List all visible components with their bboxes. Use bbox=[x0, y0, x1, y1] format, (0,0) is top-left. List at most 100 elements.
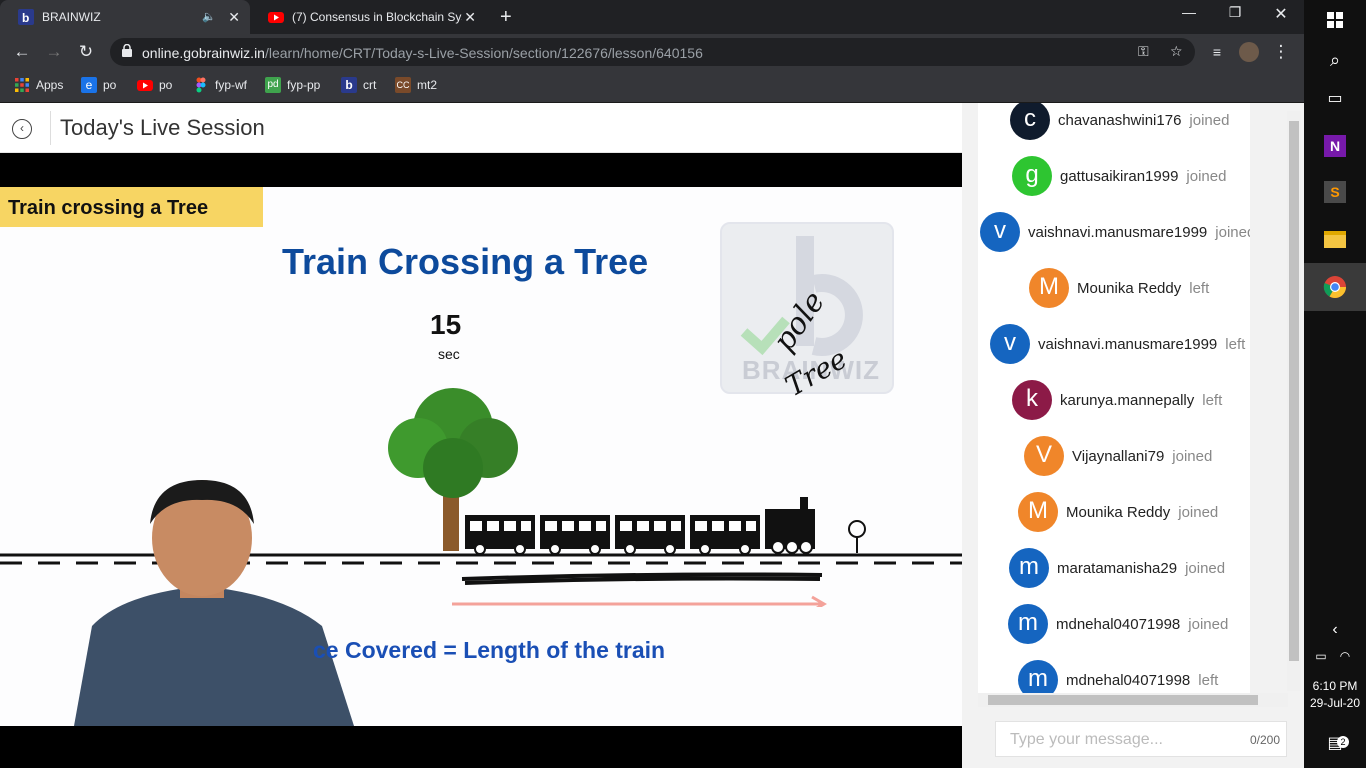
char-counter: 0/200 bbox=[1249, 733, 1280, 747]
chat-status: joined bbox=[1186, 167, 1227, 185]
taskbar-file-explorer[interactable] bbox=[1304, 215, 1366, 263]
chat-input-box: 0/200 bbox=[995, 721, 1287, 757]
url-path: /learn/home/CRT/Today-s-Live-Session/sec… bbox=[264, 45, 703, 61]
chat-status: joined bbox=[1189, 111, 1230, 129]
tab-youtube[interactable]: (7) Consensus in Blockchain Syste ✕ bbox=[250, 0, 486, 34]
chat-message: v vaishnavi.manusmare1999 left bbox=[990, 324, 1245, 364]
chat-username: mdnehal04071998 bbox=[1066, 671, 1191, 689]
media-control-icon[interactable]: ≡ bbox=[1206, 41, 1228, 63]
avatar: m bbox=[1008, 604, 1048, 644]
address-bar[interactable]: online.gobrainwiz.in/learn/home/CRT/Toda… bbox=[110, 38, 1195, 66]
chat-message: m maratamanisha29 joined bbox=[1009, 548, 1225, 588]
live-video-player[interactable]: Train crossing a Tree Train Crossing a T… bbox=[0, 153, 962, 768]
battery-icon[interactable]: ▭ bbox=[1310, 640, 1332, 672]
chat-message: V Vijaynallani79 joined bbox=[1024, 436, 1212, 476]
banner-text: Train crossing a Tree bbox=[8, 197, 209, 219]
chat-username: vaishnavi.manusmare1999 bbox=[1038, 335, 1218, 353]
bookmark-apps[interactable]: Apps bbox=[14, 76, 63, 94]
figma-icon bbox=[196, 77, 206, 93]
avatar: m bbox=[1009, 548, 1049, 588]
tab-title: BRAINWIZ bbox=[42, 10, 101, 24]
menu-kebab-icon[interactable]: ⋮ bbox=[1270, 41, 1292, 63]
chat-status: left bbox=[1189, 279, 1210, 297]
bookmark-label: crt bbox=[363, 78, 377, 92]
chat-message-input[interactable] bbox=[1010, 728, 1230, 752]
chat-status: joined bbox=[1215, 223, 1250, 241]
taskbar-clock[interactable]: 6:10 PM 29-Jul-20 bbox=[1304, 678, 1366, 712]
taskbar-onenote[interactable]: N bbox=[1304, 122, 1366, 170]
tab-brainwiz[interactable]: b BRAINWIZ 🔈 ✕ bbox=[0, 0, 250, 34]
folder-icon bbox=[1324, 231, 1346, 248]
minimize-icon[interactable]: — bbox=[1166, 4, 1212, 20]
timer-unit: sec bbox=[438, 346, 460, 362]
notification-count: 2 bbox=[1337, 736, 1349, 748]
chat-message: M Mounika Reddy left bbox=[1029, 268, 1209, 308]
taskbar-chrome[interactable] bbox=[1304, 263, 1366, 311]
timer-value: 15 bbox=[430, 309, 462, 340]
chrome-icon bbox=[1323, 276, 1346, 298]
notification-center-icon[interactable]: 2 ▤ bbox=[1319, 726, 1351, 758]
chat-status: joined bbox=[1172, 447, 1213, 465]
profile-avatar[interactable] bbox=[1238, 41, 1260, 63]
close-tab-icon[interactable]: ✕ bbox=[228, 9, 240, 26]
chat-message: M Mounika Reddy joined bbox=[1018, 492, 1218, 532]
chat-message: g gattusaikiran1999 joined bbox=[1012, 156, 1226, 196]
avatar: v bbox=[990, 324, 1030, 364]
formula-text: ce Covered = Length of the train bbox=[313, 637, 666, 663]
avatar: M bbox=[1029, 268, 1069, 308]
back-circle-icon[interactable]: ‹ bbox=[12, 119, 32, 139]
header-divider bbox=[50, 111, 51, 145]
bookmark-fyp-wf[interactable]: fyp-wf bbox=[193, 76, 247, 94]
close-tab-icon[interactable]: ✕ bbox=[464, 9, 476, 26]
chat-message-list[interactable]: c chavanashwini176 joined g gattusaikiran199… bbox=[978, 103, 1250, 693]
chat-username: karunya.mannepally bbox=[1060, 391, 1195, 409]
web-page: ‹ Today's Live Session Train crossing a … bbox=[0, 103, 1366, 768]
forward-arrow-icon[interactable]: → bbox=[43, 41, 65, 63]
bookmark-label: fyp-wf bbox=[215, 78, 248, 92]
cc-icon: CC bbox=[395, 77, 411, 93]
new-tab-icon[interactable]: + bbox=[500, 6, 512, 29]
bookmark-label: Apps bbox=[36, 78, 64, 92]
sublime-icon: S bbox=[1324, 181, 1346, 203]
chat-status: joined bbox=[1185, 559, 1226, 577]
bookmark-po-1[interactable]: e po bbox=[81, 76, 116, 94]
avatar: v bbox=[980, 212, 1020, 252]
page-header: ‹ Today's Live Session bbox=[0, 103, 962, 153]
youtube-icon bbox=[137, 80, 153, 91]
bookmark-fyp-pp[interactable]: pd fyp-pp bbox=[265, 76, 320, 94]
search-icon[interactable]: ⌕ bbox=[1319, 44, 1351, 76]
chat-message: m mdnehal04071998 left bbox=[1018, 660, 1218, 693]
speaker-icon[interactable]: 🔈 bbox=[202, 10, 216, 23]
chat-message: m mdnehal04071998 joined bbox=[1008, 604, 1228, 644]
avatar: g bbox=[1012, 156, 1052, 196]
clock-time: 6:10 PM bbox=[1312, 679, 1358, 693]
scrollbar-thumb[interactable] bbox=[988, 695, 1258, 705]
chat-username: gattusaikiran1999 bbox=[1060, 167, 1179, 185]
key-icon[interactable]: ⚿ bbox=[1138, 43, 1149, 60]
chat-username: Vijaynallani79 bbox=[1072, 447, 1165, 465]
scrollbar-thumb[interactable] bbox=[1289, 121, 1299, 661]
task-view-icon[interactable]: ▭ bbox=[1319, 83, 1351, 115]
maximize-icon[interactable]: ❐ bbox=[1212, 4, 1258, 21]
chat-horizontal-scrollbar[interactable] bbox=[978, 693, 1288, 707]
bookmark-star-icon[interactable]: ☆ bbox=[1170, 43, 1183, 60]
wifi-icon[interactable]: ◠ bbox=[1334, 640, 1356, 672]
windows-start-icon[interactable] bbox=[1319, 4, 1351, 36]
close-window-icon[interactable]: ✕ bbox=[1258, 4, 1304, 24]
chat-vertical-scrollbar[interactable] bbox=[1287, 111, 1301, 691]
bookmark-crt[interactable]: b crt bbox=[341, 76, 376, 94]
pp-icon: pd bbox=[265, 77, 281, 93]
slide-banner: Train crossing a Tree bbox=[0, 187, 263, 227]
browser-tab-strip: b BRAINWIZ 🔈 ✕ (7) Consensus in Blockcha… bbox=[0, 0, 1304, 34]
avatar: M bbox=[1018, 492, 1058, 532]
bookmark-label: po bbox=[103, 78, 117, 92]
lock-icon bbox=[122, 44, 132, 57]
taskbar-sublime[interactable]: S bbox=[1304, 168, 1366, 216]
page-title: Today's Live Session bbox=[60, 115, 265, 140]
e-icon: e bbox=[81, 77, 97, 93]
bookmark-po-2[interactable]: po bbox=[137, 76, 172, 94]
back-arrow-icon[interactable]: ← bbox=[11, 41, 33, 63]
chat-status: left bbox=[1202, 391, 1223, 409]
reload-icon[interactable]: ↻ bbox=[75, 41, 97, 63]
bookmark-mt2[interactable]: CC mt2 bbox=[395, 76, 437, 94]
